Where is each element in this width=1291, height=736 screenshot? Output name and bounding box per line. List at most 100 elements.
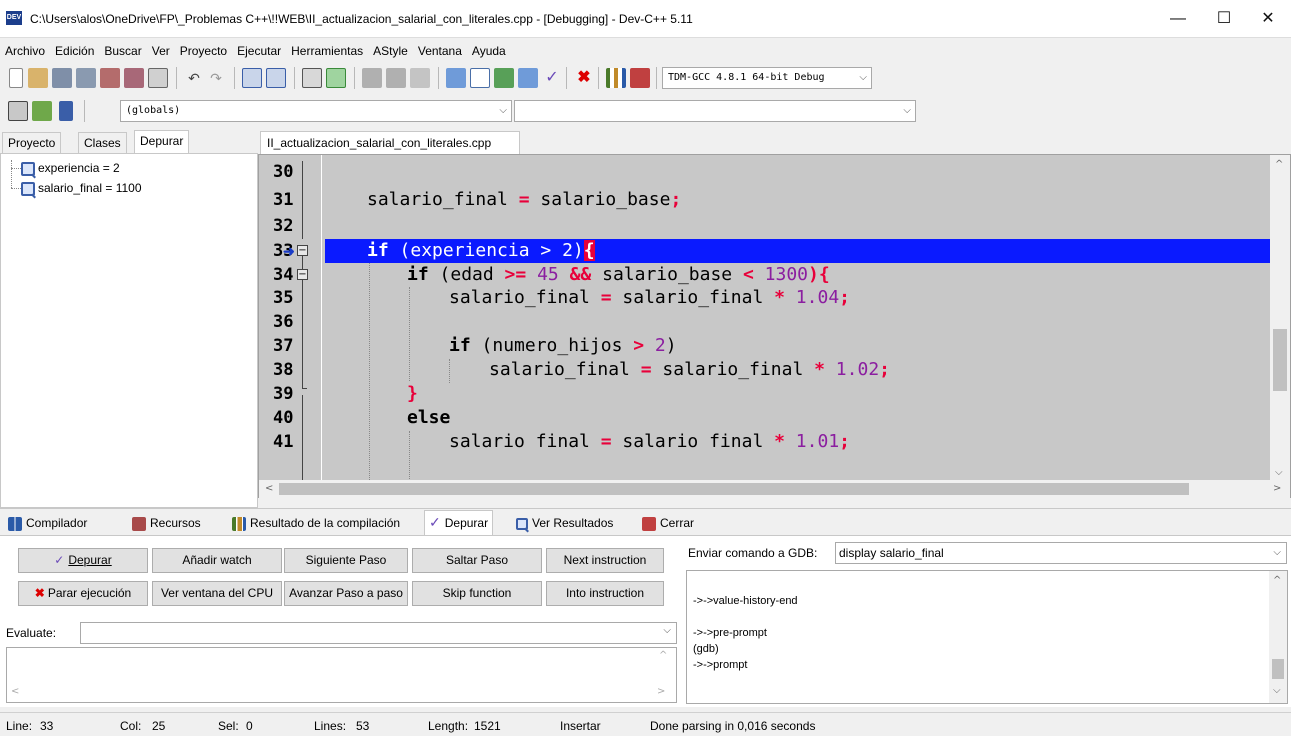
tab-clases[interactable]: Clases	[78, 132, 127, 154]
tab-proyecto[interactable]: Proyecto	[2, 132, 62, 154]
print-icon[interactable]	[148, 68, 168, 88]
menu-proyecto[interactable]: Proyecto	[175, 40, 232, 58]
evaluate-output[interactable]: < > ^	[6, 647, 677, 703]
minimize-button[interactable]: —	[1155, 0, 1201, 38]
scroll-up-icon[interactable]: ^	[1273, 575, 1281, 586]
debug-check-icon: ✓	[429, 514, 441, 530]
menu-buscar[interactable]: Buscar	[99, 40, 146, 58]
insert-icon[interactable]	[8, 101, 28, 121]
gdb-output[interactable]: ->->value-history-end ->->pre-prompt (gd…	[686, 570, 1288, 704]
rebuild-all-icon[interactable]	[518, 68, 538, 88]
close-all-icon[interactable]	[124, 68, 144, 88]
menu-ver[interactable]: Ver	[147, 40, 175, 58]
window-title: C:\Users\alos\OneDrive\FP\_Problemas C++…	[30, 12, 693, 26]
compile-run-icon[interactable]	[494, 68, 514, 88]
status-bar: Line: 33 Col: 25 Sel: 0 Lines: 53 Length…	[0, 712, 1291, 736]
code-line-31: salario_final = salario_base;	[367, 189, 682, 210]
menu-astyle[interactable]: AStyle	[368, 40, 413, 58]
tab-compilador[interactable]: Compilador	[4, 512, 91, 536]
editor-vertical-scrollbar[interactable]: ^ ⌵	[1270, 155, 1290, 485]
scroll-left-icon[interactable]: <	[11, 686, 19, 697]
indent-icon[interactable]	[302, 68, 322, 88]
scroll-left-icon[interactable]: <	[265, 483, 273, 494]
profile-icon[interactable]	[606, 68, 626, 88]
editor-file-tab[interactable]: II_actualizacion_salarial_con_literales.…	[260, 131, 520, 155]
delete-profile-icon[interactable]	[630, 68, 650, 88]
scroll-up-icon[interactable]: ^	[1275, 159, 1283, 170]
scroll-down-icon[interactable]: ⌵	[1275, 467, 1283, 478]
gdb-output-line: ->->prompt	[693, 659, 748, 671]
code-line-40: else	[407, 407, 451, 428]
scroll-right-icon[interactable]: >	[1273, 483, 1281, 494]
gdb-output-scrollbar[interactable]: ^ ⌵	[1269, 571, 1287, 703]
tab-cerrar[interactable]: Cerrar	[638, 512, 698, 536]
menu-herramientas[interactable]: Herramientas	[286, 40, 368, 58]
fold-collapse-icon[interactable]: −	[297, 269, 308, 280]
close-button[interactable]: ✕	[1245, 0, 1291, 38]
scope-select[interactable]: (globals) ⌵	[120, 100, 512, 122]
add-watch-button[interactable]: Añadir watch	[152, 548, 282, 573]
menu-archivo[interactable]: Archivo	[0, 40, 50, 58]
editor-horizontal-scrollbar[interactable]: < >	[259, 480, 1290, 498]
scroll-up-icon[interactable]: ^	[659, 650, 667, 661]
bookmark-toggle-icon[interactable]	[410, 68, 430, 88]
bookmark-next-icon[interactable]	[386, 68, 406, 88]
tab-depurar-bottom[interactable]: ✓ Depurar	[424, 510, 494, 537]
evaluate-input[interactable]: ⌵	[80, 622, 677, 644]
gdb-command-input[interactable]: display salario_final ⌵	[835, 542, 1287, 564]
gdb-output-line: ->->value-history-end	[693, 595, 798, 607]
scrollbar-thumb[interactable]	[1273, 329, 1287, 391]
watch-item[interactable]: salario_final = 1100	[21, 180, 142, 196]
stop-execution-button[interactable]: ✖ Parar ejecución	[18, 581, 148, 606]
code-editor[interactable]: 30 31 32 33 34 35 36 37 38 39 40 41 ➜ − …	[258, 154, 1291, 498]
scrollbar-thumb[interactable]	[279, 483, 1189, 495]
compile-icon[interactable]	[446, 68, 466, 88]
scroll-right-icon[interactable]: >	[657, 686, 665, 697]
goto-bookmark-icon[interactable]	[59, 101, 73, 121]
compiler-select[interactable]: TDM-GCC 4.8.1 64-bit Debug ⌵	[662, 67, 872, 89]
menu-ejecutar[interactable]: Ejecutar	[232, 40, 286, 58]
gdb-output-line: ->->pre-prompt	[693, 627, 767, 639]
chevron-down-icon: ⌵	[859, 72, 867, 83]
menu-ventana[interactable]: Ventana	[413, 40, 467, 58]
maximize-button[interactable]: ☐	[1201, 0, 1247, 38]
next-step-button[interactable]: Siguiente Paso	[284, 548, 408, 573]
status-length-label: Length:	[428, 719, 469, 733]
scrollbar-thumb[interactable]	[1272, 659, 1284, 679]
cpu-window-button[interactable]: Ver ventana del CPU	[152, 581, 282, 606]
skip-step-button[interactable]: Saltar Paso	[412, 548, 542, 573]
chevron-down-icon: ⌵	[499, 105, 507, 116]
step-into-button[interactable]: Avanzar Paso a paso	[284, 581, 408, 606]
close-file-icon[interactable]	[100, 68, 120, 88]
tab-resultado-compilacion[interactable]: Resultado de la compilación	[228, 512, 404, 536]
run-icon[interactable]	[470, 68, 490, 88]
function-select[interactable]: ⌵	[514, 100, 916, 122]
watch-item[interactable]: experiencia = 2	[21, 160, 120, 176]
bookmark-prev-icon[interactable]	[362, 68, 382, 88]
tab-ver-resultados[interactable]: Ver Resultados	[512, 512, 617, 536]
save-all-icon[interactable]	[76, 68, 96, 88]
syntax-check-icon[interactable]: ✓	[542, 68, 562, 88]
depurar-button[interactable]: ✓ Depurar	[18, 548, 148, 573]
tab-recursos[interactable]: Recursos	[128, 512, 205, 536]
replace-icon[interactable]	[266, 68, 286, 88]
tab-depurar[interactable]: Depurar	[134, 130, 190, 154]
goto-line-icon[interactable]	[326, 68, 346, 88]
new-file-icon[interactable]	[9, 68, 23, 88]
fold-collapse-icon[interactable]: −	[297, 245, 308, 256]
stop-execution-icon[interactable]: ✖	[574, 68, 594, 88]
save-icon[interactable]	[52, 68, 72, 88]
redo-icon[interactable]: ↷	[206, 68, 226, 88]
menu-edicion[interactable]: Edición	[50, 40, 99, 58]
undo-icon[interactable]: ↶	[184, 68, 204, 88]
skip-function-button[interactable]: Skip function	[412, 581, 542, 606]
find-icon[interactable]	[242, 68, 262, 88]
status-col-value: 25	[152, 719, 166, 733]
line-number: 36	[273, 312, 294, 332]
menu-ayuda[interactable]: Ayuda	[467, 40, 511, 58]
scroll-down-icon[interactable]: ⌵	[1273, 685, 1281, 696]
open-file-icon[interactable]	[28, 68, 48, 88]
next-instruction-button[interactable]: Next instruction	[546, 548, 664, 573]
into-instruction-button[interactable]: Into instruction	[546, 581, 664, 606]
toggle-bookmark-icon[interactable]	[32, 101, 52, 121]
